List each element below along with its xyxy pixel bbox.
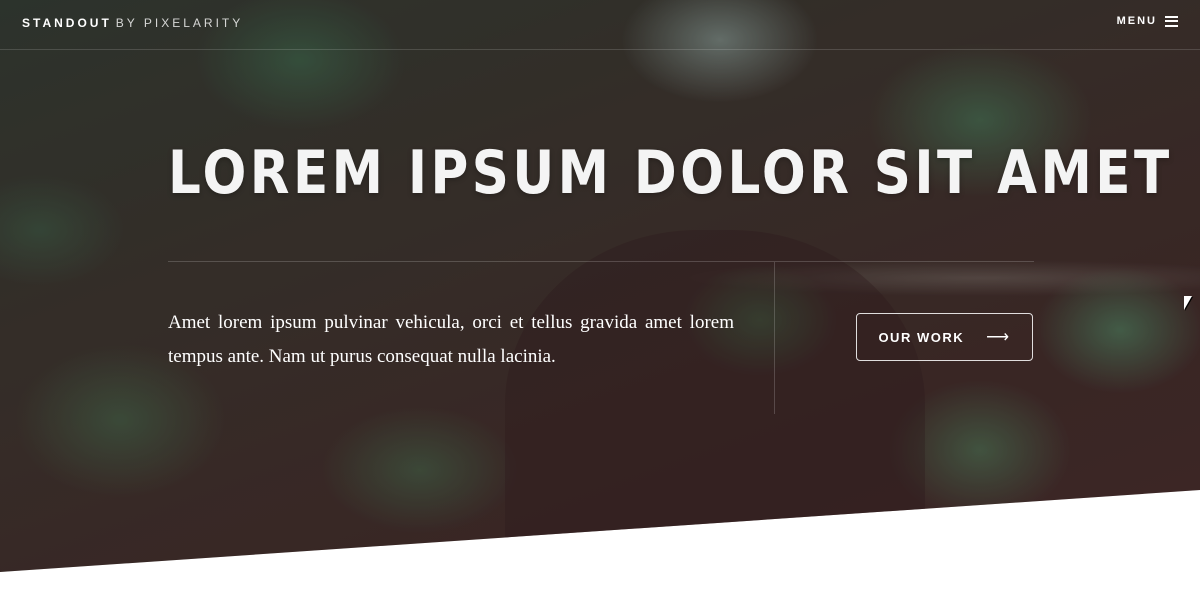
mouse-cursor-icon [1184, 296, 1192, 310]
hero-headline: LOREM IPSUM DOLOR SIT AMET [168, 138, 1173, 208]
vertical-divider [774, 262, 775, 414]
our-work-button[interactable]: OUR WORK ⟶ [856, 313, 1033, 361]
horizontal-divider [168, 261, 1034, 262]
arrow-right-icon: ⟶ [986, 329, 1011, 346]
hamburger-icon [1165, 15, 1178, 27]
hero-content: LOREM IPSUM DOLOR SIT AMET Amet lorem ip… [168, 0, 1169, 600]
hero-lead-text: Amet lorem ipsum pulvinar vehicula, orci… [168, 312, 734, 367]
menu-label: MENU [1116, 15, 1157, 27]
our-work-button-label: OUR WORK [878, 329, 965, 345]
menu-button[interactable]: MENU [1117, 15, 1178, 27]
brand-name: STANDOUT [22, 16, 112, 30]
